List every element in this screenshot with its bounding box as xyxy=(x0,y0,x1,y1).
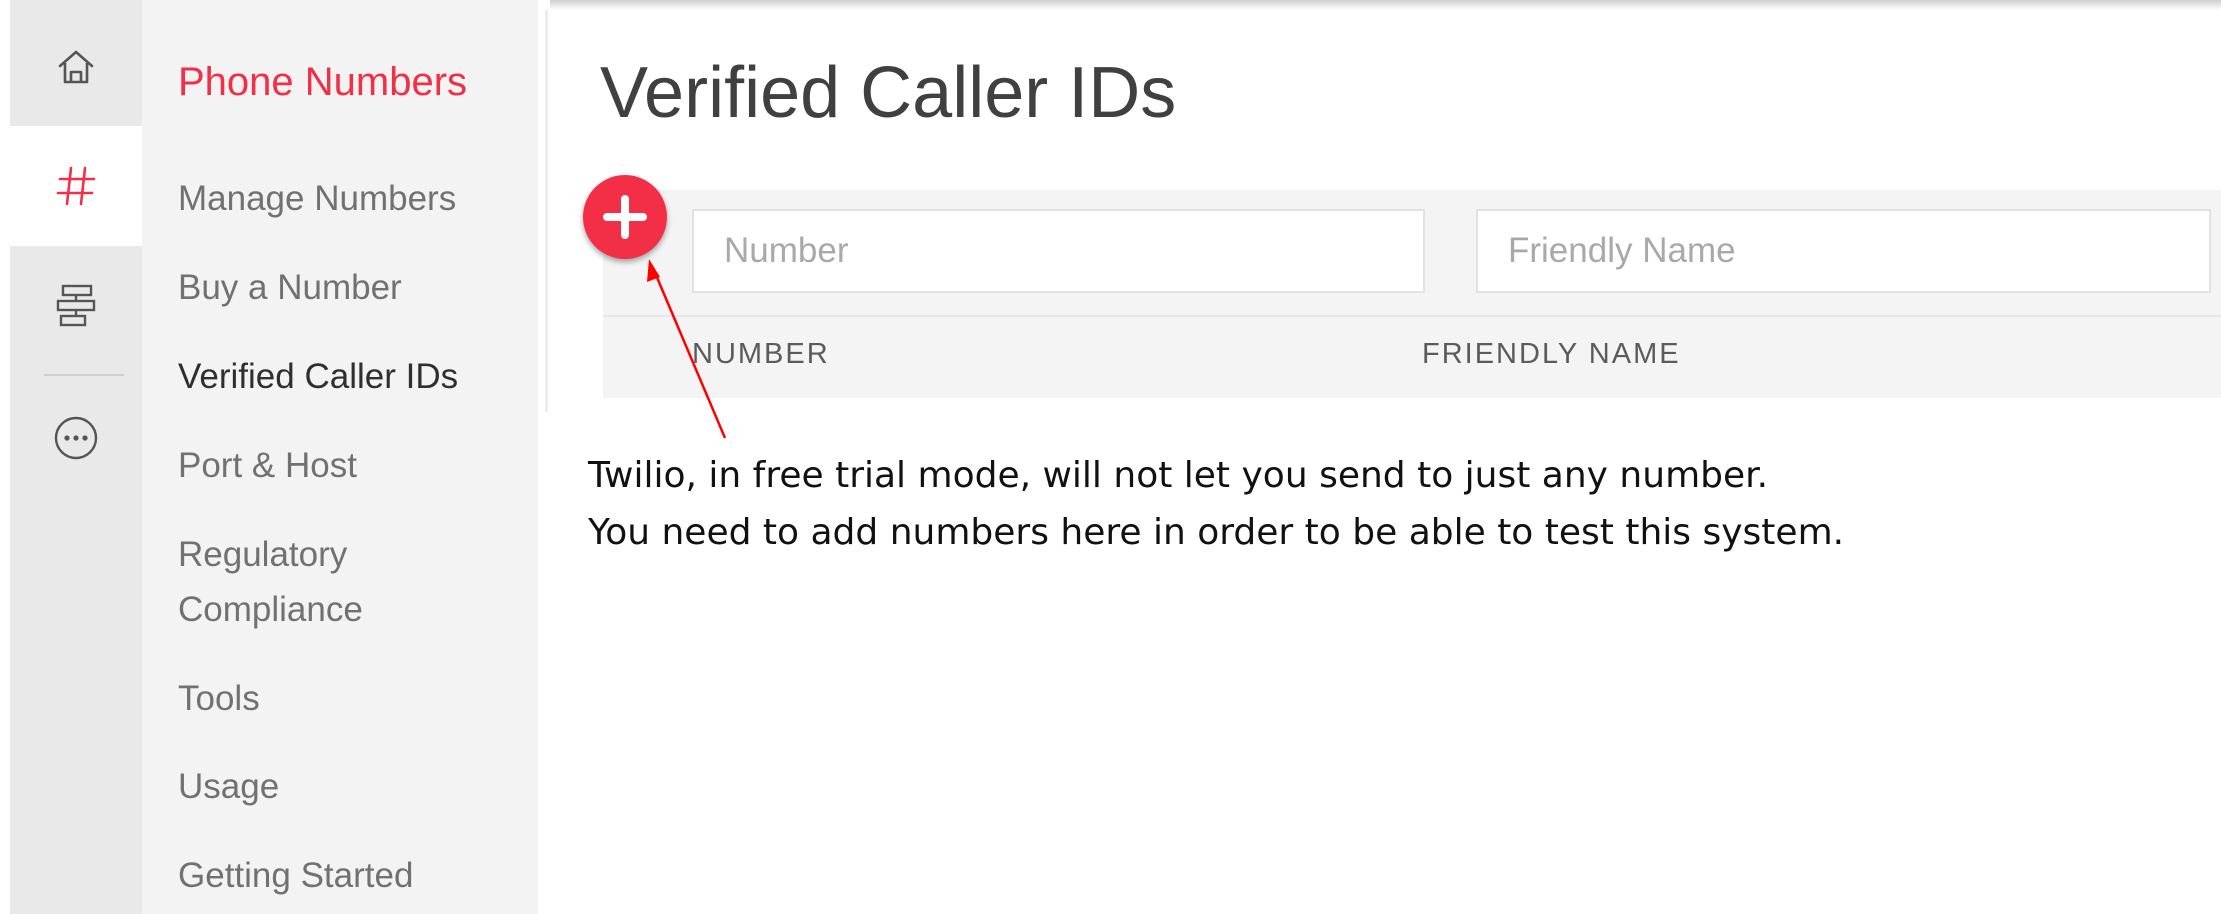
hash-icon xyxy=(56,166,96,206)
nav-title-phone-numbers[interactable]: Phone Numbers xyxy=(178,60,467,105)
nav-item-verified-caller-ids[interactable]: Verified Caller IDs xyxy=(178,348,458,405)
top-shadow xyxy=(550,0,2221,10)
nav-item-getting-started[interactable]: Getting Started xyxy=(178,847,413,904)
rail-divider xyxy=(44,374,124,376)
rail-item-phone-numbers[interactable] xyxy=(10,126,142,246)
nav-item-regulatory[interactable]: Regulatory xyxy=(178,526,347,583)
rail-item-more[interactable] xyxy=(10,388,142,488)
nav-item-port-host[interactable]: Port & Host xyxy=(178,437,357,494)
icon-rail xyxy=(10,0,142,914)
add-caller-id-button[interactable] xyxy=(583,175,667,259)
page-title: Verified Caller IDs xyxy=(600,53,1177,133)
plus-icon xyxy=(603,195,647,239)
nav-item-compliance[interactable]: Compliance xyxy=(178,581,363,638)
nav-item-usage[interactable]: Usage xyxy=(178,758,279,815)
elastic-sip-trunking-icon xyxy=(56,284,96,327)
annotation-line-2: You need to add numbers here in order to… xyxy=(588,512,1845,553)
filter-separator xyxy=(603,315,2221,317)
friendly-name-filter-input[interactable] xyxy=(1476,209,2211,293)
nav-item-manage-numbers[interactable]: Manage Numbers xyxy=(178,170,456,227)
nav-divider xyxy=(545,10,548,412)
annotation-line-1: Twilio, in free trial mode, will not let… xyxy=(588,455,1769,496)
app-window: Phone Numbers Manage Numbers Buy a Numbe… xyxy=(0,0,2221,914)
home-icon xyxy=(58,50,94,84)
nav-item-tools[interactable]: Tools xyxy=(178,670,260,727)
rail-item-home[interactable] xyxy=(10,8,142,126)
number-filter-input[interactable] xyxy=(692,209,1425,293)
column-header-number[interactable]: NUMBER xyxy=(692,338,830,371)
more-icon xyxy=(54,416,98,460)
column-header-friendly-name[interactable]: FRIENDLY NAME xyxy=(1422,338,1681,371)
nav-item-buy-a-number[interactable]: Buy a Number xyxy=(178,259,402,316)
rail-item-elastic-sip-trunking[interactable] xyxy=(10,246,142,366)
